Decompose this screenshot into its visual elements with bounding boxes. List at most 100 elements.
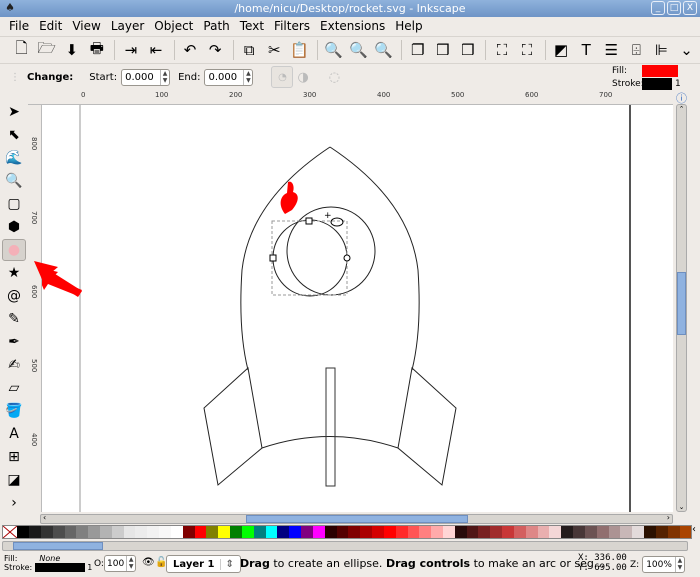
tweak-tool[interactable]: 🌊 [2,147,26,169]
ry-handle[interactable] [305,217,313,225]
vertical-scroll-thumb[interactable] [677,272,686,335]
horizontal-scroll-thumb[interactable] [246,515,468,523]
redo-icon[interactable]: ↷ [204,38,227,62]
menu-file[interactable]: File [4,17,34,36]
new-ellipse[interactable] [272,219,348,297]
minimize-button[interactable]: _ [651,1,665,15]
scroll-right-button[interactable]: › [667,513,670,522]
spiral-tool[interactable]: @ [2,285,26,307]
palette-swatch[interactable] [99,526,112,538]
palette-swatch[interactable] [655,526,668,538]
menu-path[interactable]: Path [198,17,234,36]
menu-layer[interactable]: Layer [106,17,149,36]
export-icon[interactable]: ⇤ [144,38,167,62]
zoom-value[interactable]: 100% [643,560,675,570]
menu-edit[interactable]: Edit [34,17,67,36]
palette-swatch[interactable] [348,526,361,538]
drawing-canvas[interactable]: + [42,105,673,512]
xml-editor-icon[interactable]: ⌹ [625,38,648,62]
zoom-spinbox[interactable]: 100% ▲ ▼ [642,556,685,573]
import-icon[interactable]: ⇥ [119,38,142,62]
start-stepper[interactable]: ▲ ▼ [160,69,169,85]
palette-swatch[interactable] [454,526,467,538]
palette-swatch[interactable] [194,526,207,538]
palette-swatch[interactable] [324,526,337,538]
horizontal-scrollbar[interactable]: ‹ › [40,513,673,524]
align-icon[interactable]: ⊫ [650,38,673,62]
palette-swatch[interactable] [667,526,680,538]
cut-icon[interactable]: ✂ [263,38,286,62]
menu-view[interactable]: View [67,17,105,36]
palette-swatch[interactable] [443,526,455,538]
more-tools[interactable]: › [2,492,26,514]
opacity-spinbox[interactable]: 100 ▲ ▼ [104,555,137,572]
clone-icon[interactable]: ❒ [431,38,454,62]
palette-swatch[interactable] [289,526,302,538]
fill-swatch[interactable] [642,64,678,77]
selector-tool[interactable]: ➤ [2,101,26,123]
maximize-button[interactable]: □ [667,1,681,15]
palette-swatch[interactable] [431,526,443,538]
arc-handle[interactable] [343,254,351,262]
hide-layer-icon[interactable]: 👁 [142,557,155,568]
opacity-value[interactable]: 100 [105,559,126,569]
menu-object[interactable]: Object [149,17,198,36]
palette-swatch[interactable] [76,526,89,538]
palette-swatch[interactable] [88,526,100,538]
palette-swatch[interactable] [147,526,160,538]
palette-swatch[interactable] [419,526,432,538]
eraser-tool[interactable]: ▱ [2,377,26,399]
palette-swatch[interactable] [241,526,254,538]
fill-stroke-icon[interactable]: ◩ [550,38,573,62]
palette-swatch[interactable] [620,526,633,538]
palette-swatch[interactable] [135,526,148,538]
palette-swatch[interactable] [301,526,313,538]
layers-icon[interactable]: ☰ [600,38,623,62]
menu-help[interactable]: Help [390,17,427,36]
more-icon[interactable]: ⌄ [675,38,698,62]
3d-box-tool[interactable]: ⬢ [2,216,26,238]
palette-swatch[interactable] [584,526,597,538]
palette-swatch[interactable] [206,526,219,538]
palette-swatch[interactable] [218,526,231,538]
layer-dropdown-icon[interactable]: ⇕ [220,558,234,570]
open-icon[interactable]: 🗁 [35,38,58,62]
vertical-ruler[interactable]: 800 700 600 500 400 [28,105,42,512]
palette-swatch[interactable] [265,526,278,538]
palette-swatch[interactable] [502,526,514,538]
palette-swatch[interactable] [170,526,183,538]
palette-swatch[interactable] [478,526,491,538]
zoom-tool[interactable]: 🔍 [2,170,26,192]
palette-swatch[interactable] [372,526,384,538]
zoom-drawing-icon[interactable]: 🔍 [347,38,370,62]
palette-swatch[interactable] [312,526,325,538]
palette-swatch[interactable] [336,526,349,538]
palette-swatch[interactable] [537,526,550,538]
stroke-swatch[interactable] [642,77,672,90]
rectangle-tool[interactable]: ▢ [2,193,26,215]
palette-scrollbar[interactable] [2,541,688,551]
status-stroke-swatch[interactable] [35,563,86,572]
palette-swatch[interactable] [407,526,420,538]
palette-swatch[interactable] [644,526,656,538]
print-icon[interactable]: 🖶 [85,38,108,62]
palette-swatch[interactable] [123,526,136,538]
palette-swatch[interactable] [182,526,195,538]
text-tool[interactable]: A [2,423,26,445]
palette-swatch[interactable] [360,526,373,538]
palette-swatch[interactable] [679,526,692,538]
palette-swatch[interactable] [277,526,290,538]
no-paint-swatch[interactable] [2,525,18,539]
gradient-tool[interactable]: ◪ [2,469,26,491]
scroll-up-button[interactable]: ⌃ [677,105,686,113]
pencil-tool[interactable]: ✎ [2,308,26,330]
menu-extensions[interactable]: Extensions [315,17,390,36]
palette-swatch[interactable] [17,526,30,538]
palette-swatch[interactable] [466,526,479,538]
palette-swatch[interactable] [52,526,65,538]
fill-stroke-indicator[interactable]: Fill: Stroke: 1 [612,64,682,92]
palette-swatch[interactable] [29,526,41,538]
palette-swatch[interactable] [596,526,609,538]
scroll-down-button[interactable]: ⌄ [677,503,686,511]
unlink-clone-icon[interactable]: ❒ [456,38,479,62]
